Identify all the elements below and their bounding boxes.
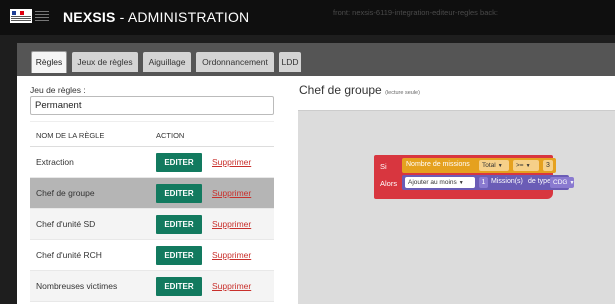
rule-title: Chef de groupe (lecture seule): [299, 83, 420, 97]
tab-ordonnancement[interactable]: Ordonnancement: [196, 52, 274, 72]
rule-editor-workspace[interactable]: Si Alors Nombre de missions Total ▼ >= ▼ 3…: [298, 110, 615, 304]
column-header-name: NOM DE LA RÈGLE: [36, 131, 105, 140]
table-row-selected[interactable]: Chef de groupe EDITER Supprimer: [30, 178, 274, 209]
delete-link[interactable]: Supprimer: [212, 250, 251, 260]
edit-button[interactable]: EDITER: [156, 246, 202, 265]
rule-name: Chef d'unité RCH: [36, 250, 102, 260]
ruleset-select[interactable]: Permanent: [30, 96, 274, 115]
ministry-logo: [35, 11, 49, 21]
rule-name: Chef d'unité SD: [36, 219, 96, 229]
rule-name: Chef de groupe: [36, 188, 95, 198]
rule-name: Extraction: [36, 157, 74, 167]
table-row: Nombreuses victimes EDITER Supprimer: [30, 271, 274, 302]
rule-block[interactable]: Si Alors Nombre de missions Total ▼ >= ▼ 3…: [374, 155, 574, 199]
dropdown-caret-icon: ▼: [569, 180, 575, 186]
table-row: Chef d'unité SD EDITER Supprimer: [30, 209, 274, 240]
table-row: Chef d'unité RCH EDITER Supprimer: [30, 240, 274, 271]
si-keyword: Si: [380, 162, 387, 171]
rule-title-text: Chef de groupe: [299, 83, 382, 97]
tab-bar: Règles Jeux de règles Aiguillage Ordonna…: [17, 43, 615, 76]
delete-link[interactable]: Supprimer: [212, 157, 251, 167]
dropdown-caret-icon: ▼: [525, 163, 531, 169]
tab-aiguillage[interactable]: Aiguillage: [143, 52, 191, 72]
french-republic-logo: [10, 9, 32, 23]
delete-link[interactable]: Supprimer: [212, 188, 251, 198]
app-title-bold: NEXSIS: [63, 9, 116, 25]
logo-text-lines: [11, 16, 31, 22]
condition-block[interactable]: Nombre de missions Total ▼ >= ▼ 3: [402, 158, 556, 173]
flag-icon: [12, 11, 24, 15]
edit-button[interactable]: EDITER: [156, 215, 202, 234]
tab-ldd[interactable]: LDD: [279, 52, 301, 72]
column-header-action: ACTION: [156, 131, 185, 140]
type-dropdown[interactable]: CDG ▼: [550, 177, 574, 188]
action-dropdown-value: Ajouter au moins: [408, 179, 457, 186]
dropdown-caret-icon: ▼: [497, 163, 503, 169]
delete-link[interactable]: Supprimer: [212, 219, 251, 229]
type-text: de type: [528, 178, 551, 185]
action-block[interactable]: Ajouter au moins ▼ 1 Mission(s) de type C…: [402, 175, 574, 190]
table-header: NOM DE LA RÈGLE ACTION: [30, 121, 274, 147]
mission-count-field[interactable]: 1: [479, 177, 488, 188]
condition-text: Nombre de missions: [406, 161, 470, 168]
type-dropdown-value: CDG: [553, 179, 568, 186]
main-panel: Règles Jeux de règles Aiguillage Ordonna…: [17, 43, 615, 304]
dropdown-caret-icon: ▼: [458, 180, 464, 186]
operator-dropdown[interactable]: >= ▼: [513, 160, 539, 171]
rules-table: NOM DE LA RÈGLE ACTION Extraction EDITER…: [30, 121, 274, 302]
action-dropdown[interactable]: Ajouter au moins ▼: [405, 177, 475, 188]
delete-link[interactable]: Supprimer: [212, 281, 251, 291]
read-only-note: (lecture seule): [385, 90, 420, 96]
total-dropdown-value: Total: [482, 162, 496, 169]
edit-button[interactable]: EDITER: [156, 277, 202, 296]
table-row: Extraction EDITER Supprimer: [30, 147, 274, 178]
tab-regles[interactable]: Règles: [31, 51, 67, 73]
tab-jeux-de-regles[interactable]: Jeux de règles: [72, 52, 138, 72]
ruleset-label: Jeu de règles :: [30, 85, 86, 95]
edit-button[interactable]: EDITER: [156, 153, 202, 172]
alors-keyword: Alors: [380, 179, 398, 188]
app-title-rest: - ADMINISTRATION: [115, 9, 250, 25]
environment-info: front: nexsis-6119-integration-editeur-r…: [333, 8, 498, 17]
condition-value-field[interactable]: 3: [543, 160, 553, 171]
mission-text: Mission(s): [491, 178, 523, 185]
app-title: NEXSIS - ADMINISTRATION: [63, 9, 249, 25]
edit-button[interactable]: EDITER: [156, 184, 202, 203]
total-dropdown[interactable]: Total ▼: [479, 160, 509, 171]
top-bar: NEXSIS - ADMINISTRATION front: nexsis-61…: [0, 0, 615, 35]
rule-name: Nombreuses victimes: [36, 281, 118, 291]
operator-dropdown-value: >=: [516, 162, 524, 169]
